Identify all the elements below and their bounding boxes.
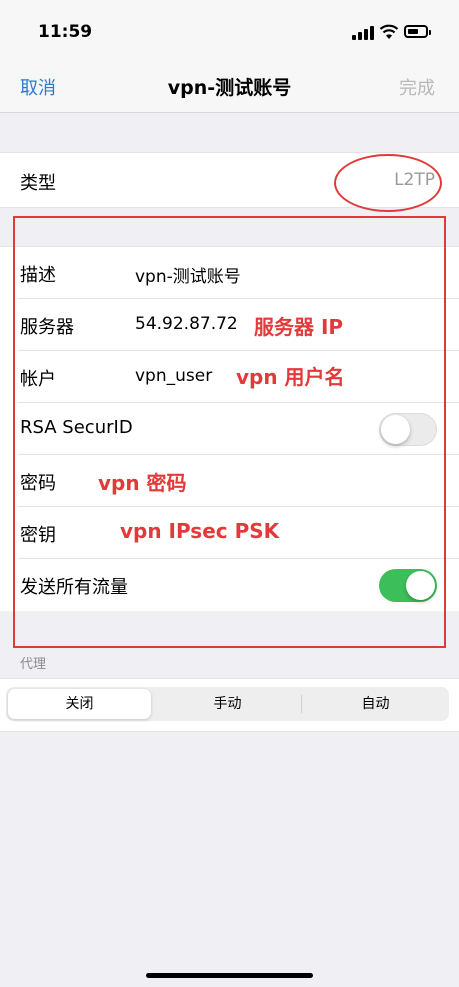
type-row[interactable]: 类型 L2TP: [0, 152, 459, 208]
send-all-traffic-row: 发送所有流量: [0, 559, 459, 611]
page-title: vpn-测试账号: [167, 77, 292, 99]
account-annotation: vpn 用户名: [236, 365, 345, 389]
navigation-bar: 取消 vpn-测试账号 完成: [0, 60, 459, 113]
secret-row[interactable]: 密钥 vpn IPsec PSK: [0, 507, 459, 559]
rsa-securid-label: RSA SecurID: [20, 417, 133, 438]
description-label: 描述: [20, 265, 56, 286]
status-bar: 11:59: [0, 0, 459, 60]
rsa-securid-toggle[interactable]: [379, 413, 437, 446]
server-field[interactable]: 54.92.87.72: [135, 314, 238, 334]
send-all-traffic-label: 发送所有流量: [20, 577, 128, 598]
send-all-traffic-toggle[interactable]: [379, 569, 437, 602]
proxy-option-off[interactable]: 关闭: [8, 689, 151, 719]
battery-icon: [404, 25, 431, 38]
proxy-panel: 关闭 手动 自动: [0, 678, 459, 732]
type-label: 类型: [20, 173, 56, 194]
account-row[interactable]: 帐户 vpn_user vpn 用户名: [0, 351, 459, 403]
description-field[interactable]: vpn-测试账号: [135, 262, 241, 287]
proxy-option-auto[interactable]: 自动: [304, 687, 447, 721]
rsa-securid-row: RSA SecurID: [0, 403, 459, 455]
server-annotation: 服务器 IP: [254, 315, 344, 339]
done-button[interactable]: 完成: [399, 74, 435, 100]
server-row[interactable]: 服务器 54.92.87.72 服务器 IP: [0, 299, 459, 351]
proxy-section-header: 代理: [20, 657, 47, 672]
secret-label: 密钥: [20, 525, 56, 546]
wifi-icon: [379, 24, 399, 39]
account-field[interactable]: vpn_user: [135, 366, 212, 386]
proxy-option-manual[interactable]: 手动: [156, 687, 299, 721]
password-row[interactable]: 密码 vpn 密码: [0, 455, 459, 507]
server-label: 服务器: [20, 317, 74, 338]
cellular-signal-icon: [352, 26, 374, 40]
account-label: 帐户: [20, 369, 56, 390]
description-row[interactable]: 描述 vpn-测试账号: [0, 247, 459, 299]
password-annotation: vpn 密码: [98, 471, 187, 495]
home-indicator[interactable]: [146, 973, 313, 978]
type-value: L2TP: [394, 170, 435, 190]
secret-annotation: vpn IPsec PSK: [120, 519, 280, 543]
proxy-segmented-control: 关闭 手动 自动: [6, 687, 449, 721]
password-label: 密码: [20, 473, 56, 494]
vpn-settings-group: 描述 vpn-测试账号 服务器 54.92.87.72 服务器 IP 帐户 vp…: [0, 246, 459, 611]
status-time: 11:59: [38, 22, 93, 42]
